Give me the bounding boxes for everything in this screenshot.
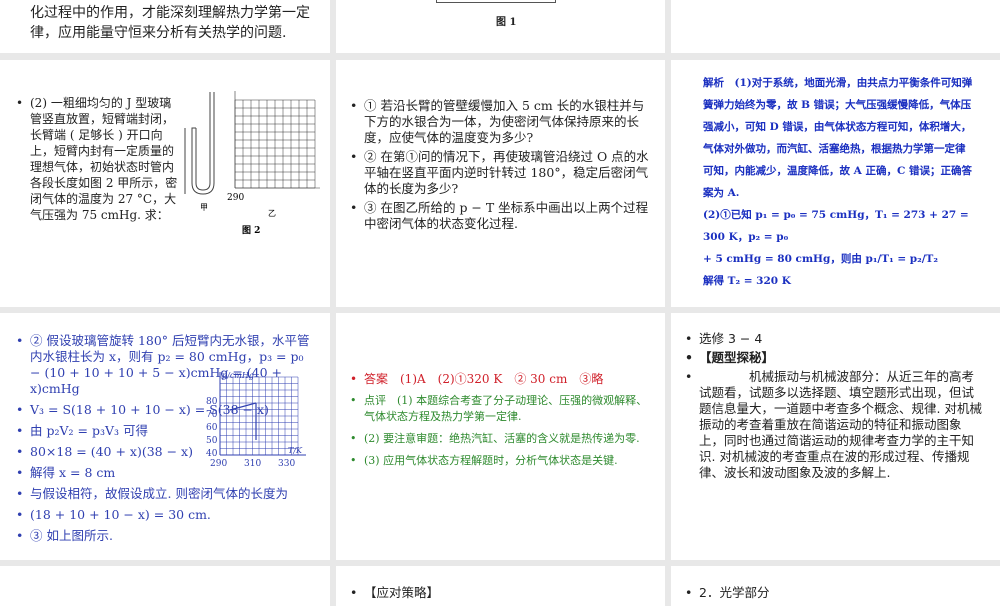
x-tick: 290 [210,459,227,469]
bullet: 【题型探秘】 [685,350,985,366]
figure-2: 甲 290 乙 图 2 [184,91,320,236]
bullet: (2) 一粗细均匀的 J 型玻璃管竖直放置，短臂端封闭，长臂端 ( 足够长 ) … [16,95,180,223]
bullet: 2．光学部分 [685,585,769,601]
bullet: 选修 3 − 4 [685,331,985,347]
slide-thumbnail[interactable]: 化过程中的作用，才能深刻理解热力学第一定 律，应用能量守恒来分析有关热学的问题. [0,0,330,53]
slide-thumbnail[interactable]: 【应对策略】 [336,566,665,606]
pt-graph: p/cmHg T/K 80 70 60 50 40 290 310 330 [206,371,306,469]
bullet: (2) 要注意审题：绝热汽缸、活塞的含义就是热传递为零. [350,431,655,447]
bullet: 【应对策略】 [350,585,439,601]
graph-ylabel: p/cmHg [222,371,254,380]
analysis-text: 解析 (1)对于系统，地面光滑，由共点力平衡条件可知弹 簧弹力始终为零，故 B 错… [703,77,973,287]
slide-thumbnail[interactable]: (2) 一粗细均匀的 J 型玻璃管竖直放置，短臂端封闭，长臂端 ( 足够长 ) … [0,60,330,307]
fig-label-a: 甲 [200,203,208,212]
bullet: (3) 应用气体状态方程解题时，分析气体状态是关键. [350,453,655,469]
fig-label-b: 乙 [268,209,276,218]
slide-text: 律，应用能量守恒来分析有关热学的问题. [30,25,287,41]
bullet: 与假设相符，故假设成立. 则密闭气体的长度为 [16,486,316,502]
bullet: ③ 在图乙所给的 p − T 坐标系中画出以上两个过程中密闭气体的状态变化过程. [350,200,655,232]
slide-thumbnail[interactable]: 解析 (1)对于系统，地面光滑，由共点力平衡条件可知弹 簧弹力始终为零，故 B 错… [671,60,1000,307]
figure-caption: 图 2 [242,225,260,236]
x-tick: 330 [278,459,295,469]
slide-thumbnail[interactable]: 答案 (1)A (2)①320 K ② 30 cm ③略 点评 (1) 本题综合… [336,313,665,560]
fig-axis-label: 290 [227,193,244,203]
slide-thumbnail[interactable] [0,566,330,606]
bullet: (18 + 10 + 10 − x) = 30 cm. [16,507,316,523]
bullet: ② 在第①问的情况下，再使玻璃管沿绕过 O 点的水平轴在竖直平面内逆时针转过 1… [350,149,655,197]
y-tick: 50 [206,436,218,446]
slide-thumbnail[interactable] [671,0,1000,53]
y-tick: 80 [206,397,218,407]
bullet: ① 若沿长臂的管壁缓慢加入 5 cm 长的水银柱并与下方的水银合为一体，为使密闭… [350,98,655,146]
bullet: 点评 (1) 本题综合考查了分子动理论、压强的微观解释、气体状态方程及热力学第一… [350,393,655,425]
y-tick: 70 [206,410,218,420]
figure-1 [436,0,556,3]
graph-xlabel: T/K [288,446,303,455]
bullet: ③ 如上图所示. [16,528,316,544]
y-tick: 60 [206,423,218,433]
x-tick: 310 [244,459,261,469]
slide-text: 化过程中的作用，才能深刻理解热力学第一定 [30,5,310,21]
slide-thumbnail[interactable]: 图 1 [336,0,665,53]
answer: 答案 (1)A (2)①320 K ② 30 cm ③略 [350,371,655,387]
figure-caption: 图 1 [496,17,517,28]
y-tick: 40 [206,449,218,459]
slide-thumbnail[interactable]: ① 若沿长臂的管壁缓慢加入 5 cm 长的水银柱并与下方的水银合为一体，为使密闭… [336,60,665,307]
slide-thumbnail[interactable]: 选修 3 − 4 【题型探秘】 机械振动与机械波部分：从近三年的高考试题看，试题… [671,313,1000,560]
bullet: 机械振动与机械波部分：从近三年的高考试题看，试题多以选择题、填空题形式出现，但试… [685,369,985,481]
slide-thumbnail[interactable]: ② 假设玻璃管旋转 180° 后短臂内无水银，水平管内水银柱长为 x，则有 p₂… [0,313,330,560]
slide-thumbnail[interactable]: 2．光学部分 [671,566,1000,606]
